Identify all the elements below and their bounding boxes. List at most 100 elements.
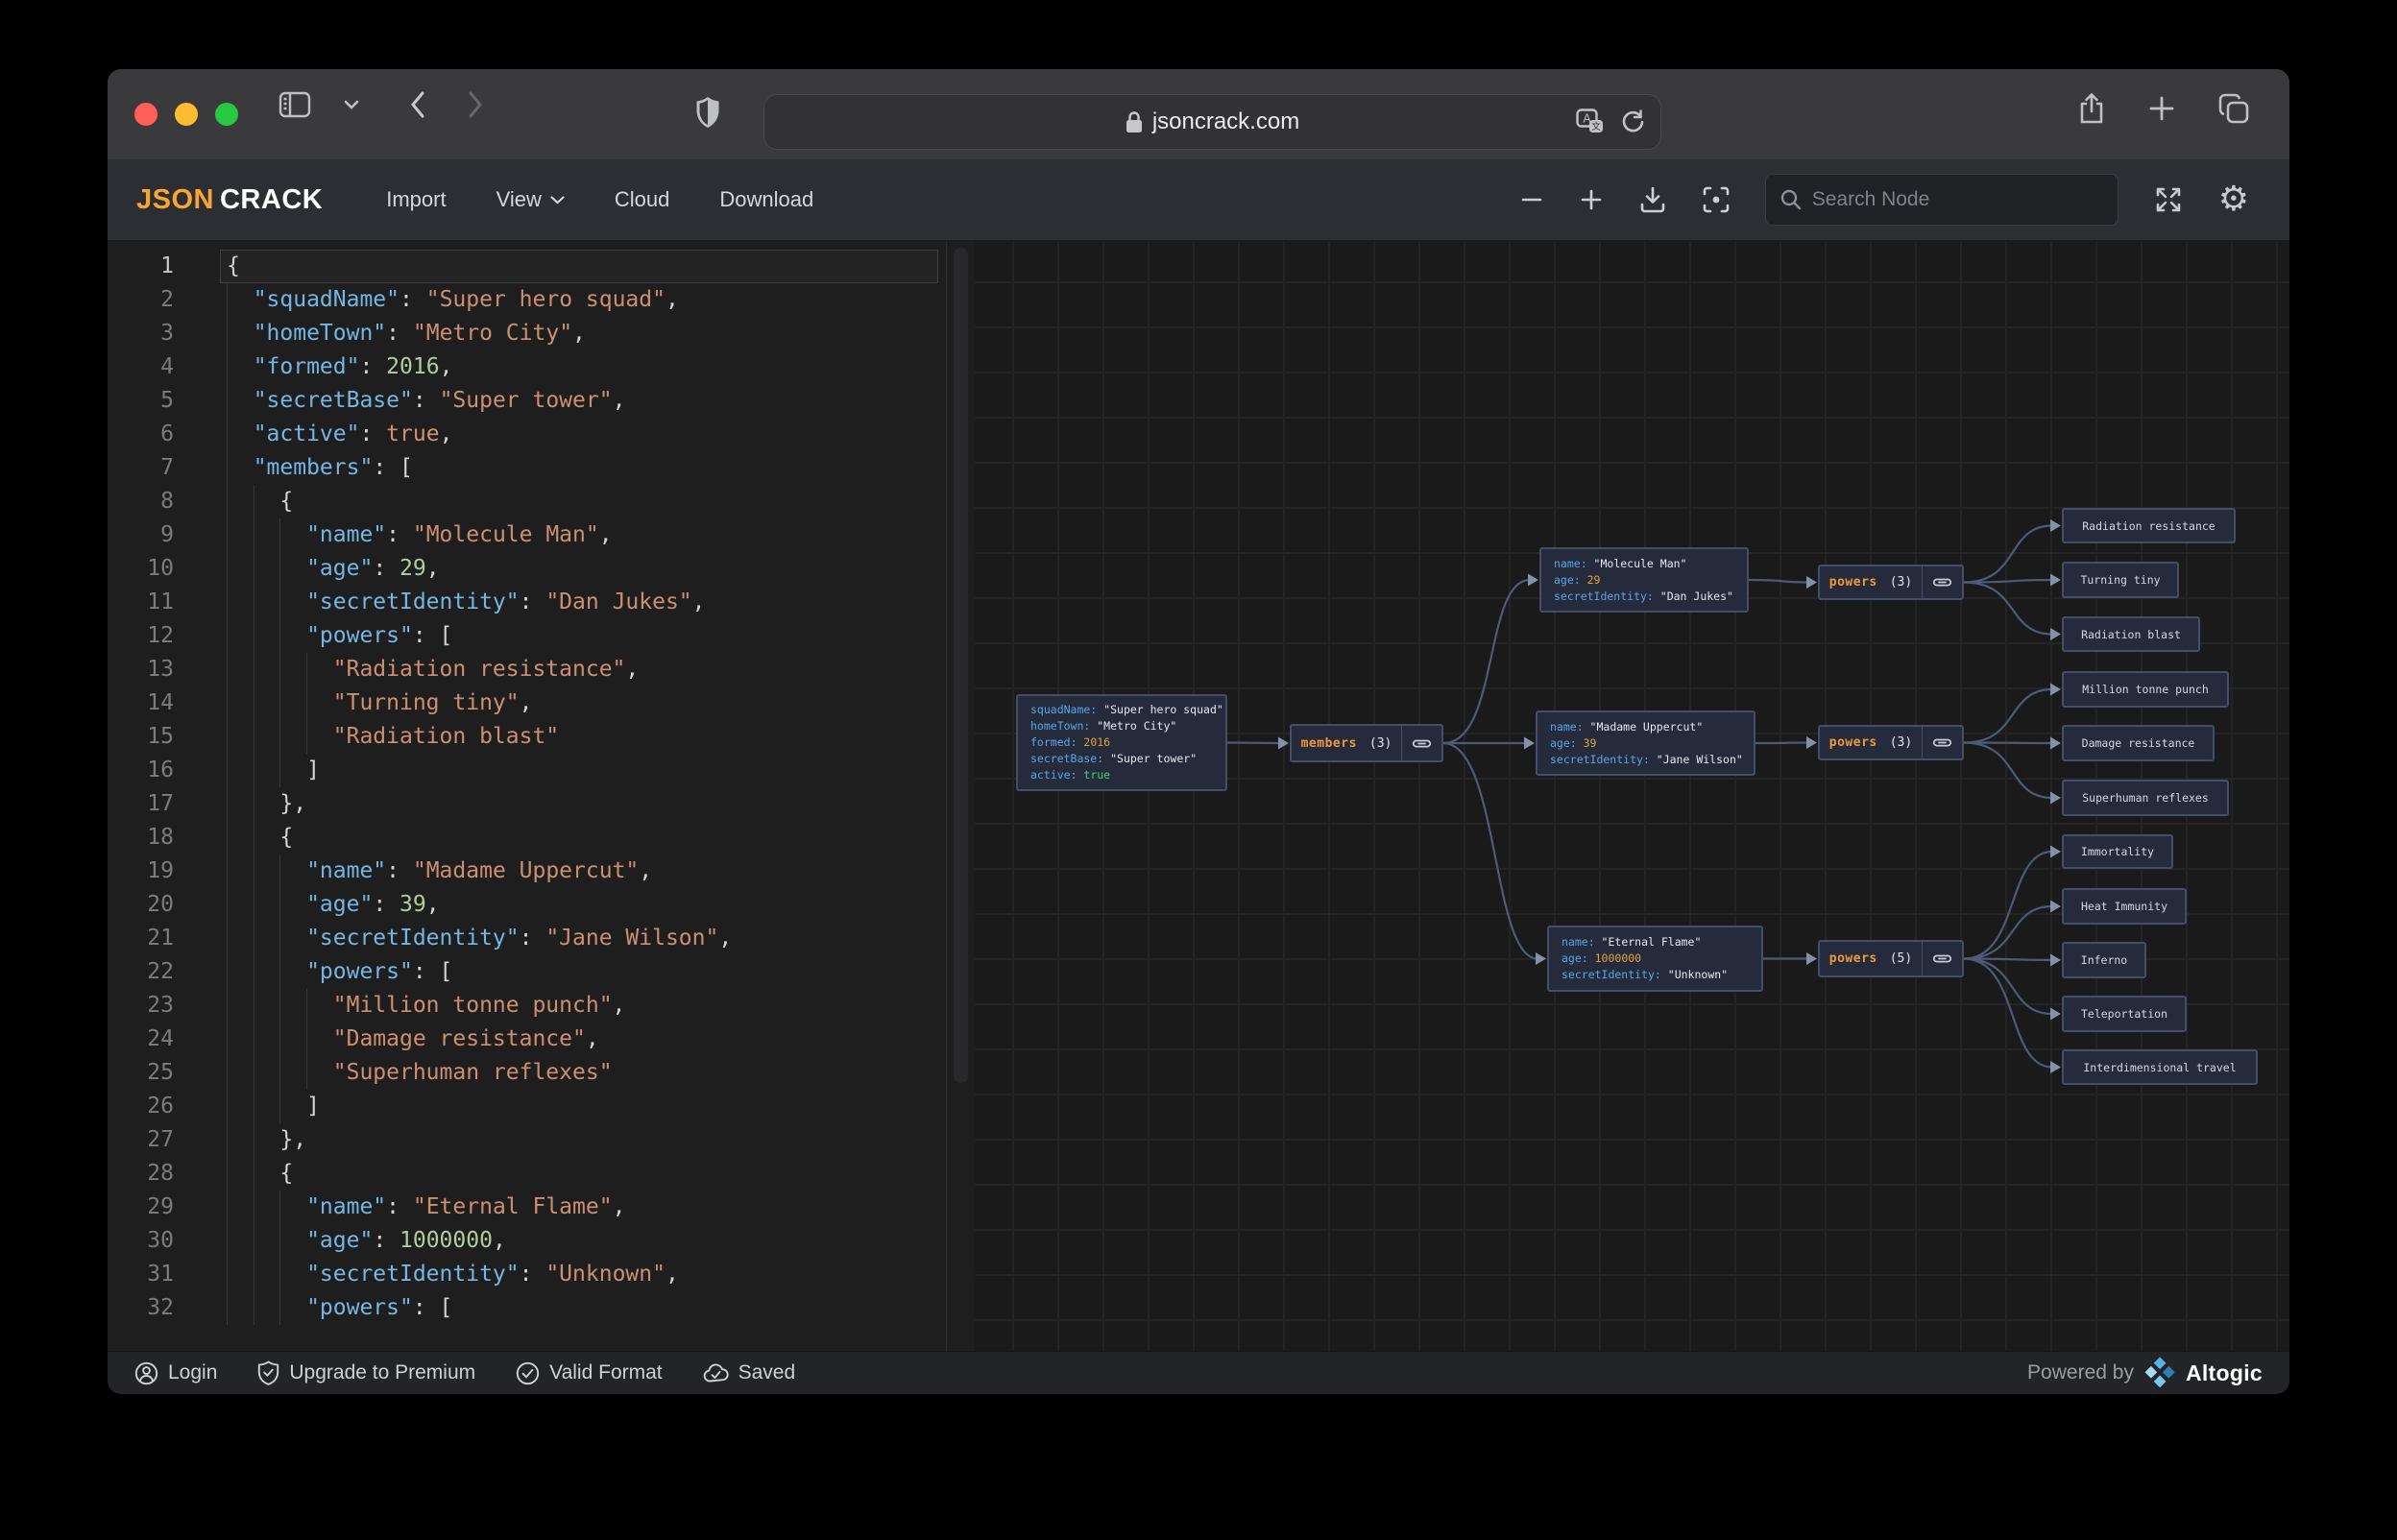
editor-line[interactable]: 16] — [108, 754, 946, 787]
editor-line[interactable]: 8{ — [108, 485, 946, 518]
editor-line[interactable]: 21 "secretIdentity": "Jane Wilson", — [108, 922, 946, 955]
graph-node-members[interactable]: members (3) — [1290, 724, 1443, 762]
graph-node-p2[interactable]: powers (3) — [1818, 725, 1964, 760]
editor-line[interactable]: 31 "secretIdentity": "Unknown", — [108, 1258, 946, 1291]
menu-download[interactable]: Download — [719, 187, 813, 212]
reload-icon[interactable] — [1620, 108, 1645, 135]
graph-node-l6[interactable]: Superhuman reflexes — [2062, 780, 2229, 816]
line-number: 19 — [147, 858, 174, 883]
editor-line[interactable]: 29 "name": "Eternal Flame", — [108, 1191, 946, 1224]
graph-node-m3[interactable]: name: "Eternal Flame" age: 1000000 secretI… — [1547, 926, 1763, 992]
graph-node-l8[interactable]: Heat Immunity — [2062, 888, 2187, 925]
editor-line[interactable]: 26] — [108, 1090, 946, 1123]
line-code: "Radiation resistance", — [199, 653, 946, 686]
editor-line[interactable]: 10 "age": 29, — [108, 552, 946, 586]
editor-line[interactable]: 2 "squadName": "Super hero squad", — [108, 283, 946, 317]
graph-node-root[interactable]: squadName: "Super hero squad" homeTown: "… — [1016, 694, 1227, 791]
editor-line[interactable]: 11 "secretIdentity": "Dan Jukes", — [108, 586, 946, 619]
valid-format-status[interactable]: Valid Format — [516, 1361, 663, 1385]
tabs-overview-icon[interactable] — [2218, 92, 2249, 125]
login-button[interactable]: Login — [134, 1361, 217, 1385]
expand-link-icon[interactable] — [1922, 727, 1962, 758]
forward-icon[interactable] — [467, 90, 484, 119]
editor-line[interactable]: 19 "name": "Madame Uppercut", — [108, 854, 946, 888]
graph-node-m1[interactable]: name: "Molecule Man" age: 29 secretIdentit… — [1539, 547, 1749, 613]
line-number: 29 — [147, 1194, 174, 1219]
download-image-icon[interactable] — [1638, 185, 1667, 214]
graph-node-l3[interactable]: Radiation blast — [2062, 616, 2200, 652]
graph-node-l9[interactable]: Inferno — [2062, 942, 2146, 978]
editor-line[interactable]: 7 "members": [ — [108, 451, 946, 485]
editor-line[interactable]: 20 "age": 39, — [108, 888, 946, 922]
editor-line[interactable]: 15 "Radiation blast" — [108, 720, 946, 754]
editor-line[interactable]: 18 { — [108, 821, 946, 854]
editor-line[interactable]: 17}, — [108, 787, 946, 821]
graph-node-m2[interactable]: name: "Madame Uppercut" age: 39 secretIden… — [1536, 710, 1755, 776]
editor-line[interactable]: 9 "name": "Molecule Man", — [108, 518, 946, 552]
address-bar[interactable]: jsoncrack.com A 文 — [763, 94, 1661, 150]
editor-line[interactable]: 28 { — [108, 1157, 946, 1191]
privacy-shield-icon[interactable] — [695, 96, 720, 129]
editor-line[interactable]: 23 "Million tonne punch", — [108, 989, 946, 1023]
close-window-button[interactable] — [134, 103, 157, 126]
editor-line[interactable]: 1{ — [108, 250, 946, 283]
graph-node-l4[interactable]: Million tonne punch — [2062, 671, 2229, 708]
editor-line[interactable]: 27}, — [108, 1123, 946, 1157]
editor-line[interactable]: 3 "homeTown": "Metro City", — [108, 317, 946, 350]
editor-line[interactable]: 32 "powers": [ — [108, 1291, 946, 1325]
new-tab-icon[interactable] — [2147, 92, 2176, 125]
editor-line[interactable]: 25 "Superhuman reflexes" — [108, 1056, 946, 1090]
menu-cloud[interactable]: Cloud — [615, 187, 669, 212]
expand-link-icon[interactable] — [1401, 726, 1441, 760]
scrollbar-thumb[interactable] — [954, 248, 968, 1083]
line-number: 30 — [147, 1228, 174, 1253]
editor-line[interactable]: 30 "age": 1000000, — [108, 1224, 946, 1258]
fullscreen-icon[interactable] — [2153, 184, 2184, 215]
search-node-input[interactable] — [1811, 188, 2104, 211]
line-code: "Damage resistance", — [199, 1023, 946, 1056]
editor-line[interactable]: 4 "formed": 2016, — [108, 350, 946, 384]
zoom-window-button[interactable] — [215, 103, 238, 126]
jsoncrack-logo[interactable]: JSON CRACK — [136, 184, 323, 216]
zoom-in-icon[interactable] — [1579, 187, 1604, 212]
traffic-lights — [134, 103, 238, 126]
editor-line[interactable]: 6 "active": true, — [108, 418, 946, 451]
chevron-down-icon[interactable] — [344, 100, 359, 109]
json-editor[interactable]: 1{2 "squadName": "Super hero squad", 3 "hom… — [108, 242, 946, 1351]
saved-status[interactable]: Saved — [703, 1361, 795, 1384]
line-code: { — [199, 250, 946, 283]
settings-gear-icon[interactable]: ⚙ — [2218, 182, 2249, 217]
graph-node-p1[interactable]: powers (3) — [1818, 565, 1964, 600]
upgrade-premium-button[interactable]: Upgrade to Premium — [257, 1360, 475, 1385]
graph-node-l7[interactable]: Immortality — [2062, 834, 2173, 869]
minimize-window-button[interactable] — [175, 103, 198, 126]
graph-node-l2[interactable]: Turning tiny — [2062, 562, 2179, 598]
editor-line[interactable]: 22 "powers": [ — [108, 955, 946, 989]
editor-line[interactable]: 24 "Damage resistance", — [108, 1023, 946, 1056]
editor-line[interactable]: 12 "powers": [ — [108, 619, 946, 653]
center-focus-icon[interactable] — [1702, 185, 1731, 214]
menu-import[interactable]: Import — [386, 187, 446, 212]
share-icon[interactable] — [2078, 92, 2105, 125]
editor-line[interactable]: 5 "secretBase": "Super tower", — [108, 384, 946, 418]
line-code: "name": "Eternal Flame", — [199, 1191, 946, 1224]
expand-link-icon[interactable] — [1922, 942, 1962, 975]
graph-node-l10[interactable]: Teleportation — [2062, 996, 2187, 1032]
graph-node-l1[interactable]: Radiation resistance — [2062, 508, 2236, 543]
editor-line[interactable]: 14 "Turning tiny", — [108, 686, 946, 720]
graph-canvas[interactable]: squadName: "Super hero squad" homeTown: "… — [975, 242, 2289, 1351]
search-node-box[interactable] — [1764, 174, 2119, 226]
graph-node-p3[interactable]: powers (5) — [1818, 940, 1964, 977]
sidebar-icon[interactable] — [278, 91, 311, 118]
powered-by[interactable]: Powered by Altogic — [2027, 1357, 2263, 1389]
graph-node-l11[interactable]: Interdimensional travel — [2062, 1049, 2258, 1085]
menu-view[interactable]: View — [496, 187, 565, 212]
graph-node-l5[interactable]: Damage resistance — [2062, 725, 2215, 761]
expand-link-icon[interactable] — [1922, 566, 1962, 598]
editor-line[interactable]: 13 "Radiation resistance", — [108, 653, 946, 686]
editor-scrollbar[interactable] — [946, 242, 975, 1351]
zoom-out-icon[interactable] — [1519, 187, 1544, 212]
line-code: "Superhuman reflexes" — [199, 1056, 946, 1090]
translate-icon[interactable]: A 文 — [1576, 108, 1605, 135]
back-icon[interactable] — [409, 90, 426, 119]
